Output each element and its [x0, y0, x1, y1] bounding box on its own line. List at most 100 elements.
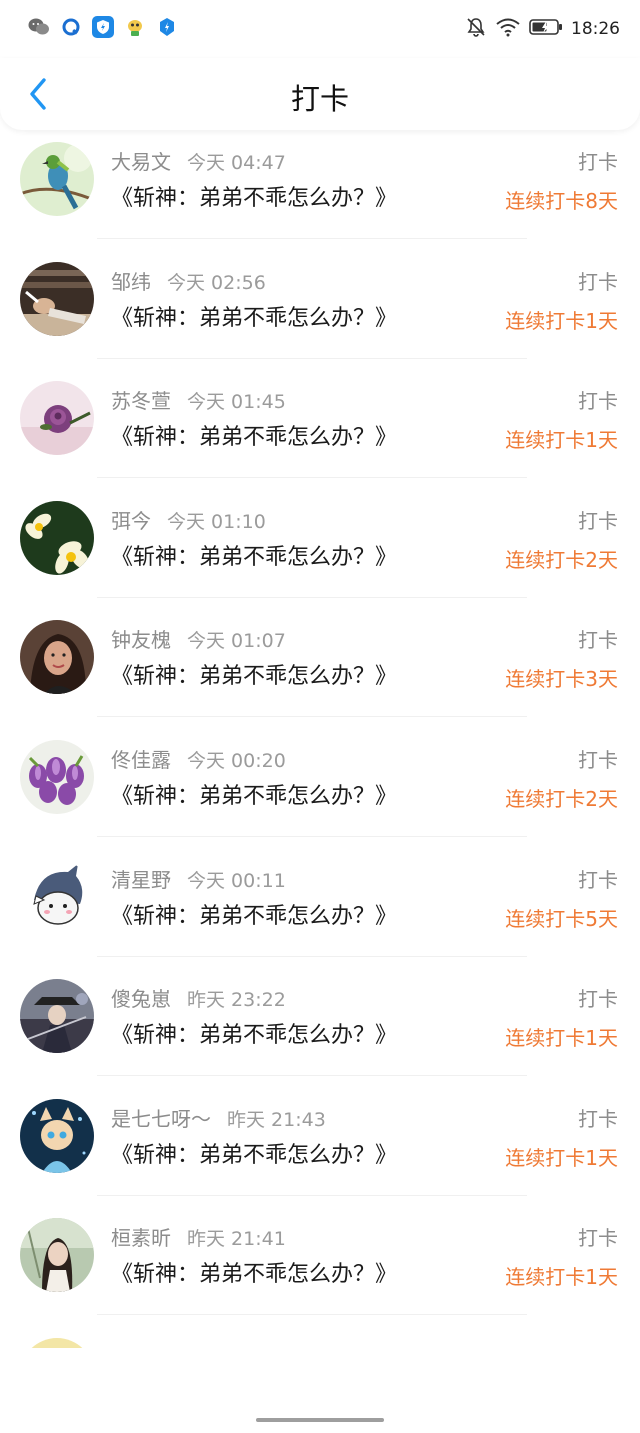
user-name[interactable]: 傻兔崽 — [111, 987, 171, 1011]
rose-avatar[interactable] — [20, 381, 94, 456]
user-name[interactable]: 清星野 — [111, 868, 171, 892]
list-item[interactable]: 清星野 今天 00:11 《斩神：弟弟不乖怎么办？》 打卡 连续打卡5天 — [0, 848, 640, 968]
book-title[interactable]: 《斩神：弟弟不乖怎么办？》 — [111, 180, 397, 212]
action-label: 打卡 — [578, 389, 618, 414]
gesture-bar[interactable] — [256, 1418, 384, 1422]
action-label: 打卡 — [578, 269, 618, 294]
divider — [97, 835, 527, 837]
user-name[interactable]: 大易文 — [111, 150, 171, 174]
list-item[interactable]: 大易文 今天 04:47 《斩神：弟弟不乖怎么办？》 打卡 连续打卡8天 — [0, 130, 640, 250]
status-bar: 18:26 — [0, 0, 640, 58]
woman-selfie-avatar[interactable] — [20, 620, 94, 695]
action-label: 打卡 — [578, 628, 618, 653]
book-title[interactable]: 《斩神：弟弟不乖怎么办？》 — [111, 658, 397, 690]
record-meta: 邹纬 今天 02:56 — [111, 266, 266, 295]
book-title[interactable]: 《斩神：弟弟不乖怎么办？》 — [111, 1256, 397, 1288]
action-label: 打卡 — [578, 1226, 618, 1251]
record-time: 今天 00:20 — [187, 749, 286, 772]
battery-icon — [529, 18, 563, 40]
girl-photo-avatar[interactable] — [20, 1218, 94, 1293]
bird-avatar[interactable] — [20, 142, 94, 216]
qq-browser-icon — [60, 16, 82, 38]
divider — [97, 238, 527, 239]
action-label: 打卡 — [578, 987, 618, 1012]
record-meta: 傻兔崽 昨天 23:22 — [111, 983, 286, 1012]
user-name[interactable]: 佟佳露 — [111, 748, 171, 772]
streak-label: 连续打卡1天 — [505, 1265, 618, 1290]
wifi-icon — [495, 17, 521, 41]
streak-label: 连续打卡2天 — [505, 547, 618, 572]
list-item[interactable]: 佟佳露 今天 00:20 《斩神：弟弟不乖怎么办？》 打卡 连续打卡2天 — [0, 728, 640, 848]
action-label: 打卡 — [578, 867, 618, 892]
book-title[interactable]: 《斩神：弟弟不乖怎么办？》 — [111, 300, 397, 332]
action-label: 打卡 — [578, 150, 618, 174]
record-meta: 桓素昕 昨天 21:41 — [111, 1222, 286, 1251]
book-title[interactable]: 《斩神：弟弟不乖怎么办？》 — [111, 898, 397, 930]
anime-cat-girl-avatar[interactable] — [20, 1098, 94, 1173]
divider — [97, 716, 527, 718]
record-meta: 苏冬萱 今天 01:45 — [111, 385, 286, 414]
list-item[interactable]: 弭今 今天 01:10 《斩神：弟弟不乖怎么办？》 打卡 连续打卡2天 — [0, 489, 640, 609]
record-time: 昨天 23:22 — [187, 989, 286, 1012]
record-time: 今天 01:45 — [187, 391, 286, 414]
divider — [97, 1075, 527, 1077]
streak-label: 连续打卡2天 — [505, 786, 618, 811]
book-title[interactable]: 《斩神：弟弟不乖怎么办？》 — [111, 419, 397, 451]
list-item-partial[interactable] — [0, 1326, 640, 1348]
streak-label: 连续打卡1天 — [505, 1026, 618, 1051]
user-name[interactable]: 弭今 — [111, 509, 151, 533]
frangipani-avatar[interactable] — [20, 500, 94, 575]
clock: 18:26 — [571, 19, 620, 39]
divider — [97, 357, 527, 359]
tulips-avatar[interactable] — [20, 739, 94, 814]
record-meta: 是七七呀～ 昨天 21:43 — [111, 1103, 326, 1132]
divider — [97, 1314, 527, 1316]
sleeping-man-avatar[interactable] — [20, 261, 94, 336]
list-item[interactable]: 邹纬 今天 02:56 《斩神：弟弟不乖怎么办？》 打卡 连续打卡1天 — [0, 250, 640, 370]
user-name[interactable]: 桓素昕 — [111, 1226, 171, 1250]
book-title[interactable]: 《斩神：弟弟不乖怎么办？》 — [111, 1017, 397, 1049]
streak-label: 连续打卡5天 — [505, 906, 618, 931]
record-time: 今天 04:47 — [187, 152, 286, 174]
record-time: 今天 00:11 — [187, 869, 286, 892]
action-label: 打卡 — [578, 747, 618, 772]
shark-cartoon-avatar[interactable] — [20, 859, 94, 934]
list-item[interactable]: 傻兔崽 昨天 23:22 《斩神：弟弟不乖怎么办？》 打卡 连续打卡1天 — [0, 967, 640, 1087]
page-title: 打卡 — [290, 82, 349, 116]
shield-app-icon — [92, 16, 114, 38]
list-item[interactable]: 桓素昕 昨天 21:41 《斩神：弟弟不乖怎么办？》 打卡 连续打卡1天 — [0, 1206, 640, 1326]
book-title[interactable]: 《斩神：弟弟不乖怎么办？》 — [111, 778, 397, 810]
divider — [97, 477, 527, 479]
security-badge-icon — [156, 16, 178, 38]
list-item[interactable]: 是七七呀～ 昨天 21:43 《斩神：弟弟不乖怎么办？》 打卡 连续打卡1天 — [0, 1087, 640, 1207]
top-app-bar: 打卡 — [0, 58, 640, 130]
action-label: 打卡 — [578, 1106, 618, 1131]
record-time: 昨天 21:41 — [187, 1228, 286, 1251]
avatar[interactable] — [20, 1338, 94, 1348]
user-name[interactable]: 邹纬 — [111, 270, 151, 294]
record-time: 今天 02:56 — [167, 271, 266, 294]
book-title[interactable]: 《斩神：弟弟不乖怎么办？》 — [111, 539, 397, 571]
user-name[interactable]: 苏冬萱 — [111, 389, 171, 413]
streak-label: 连续打卡1天 — [505, 1145, 618, 1170]
anime-swordsman-avatar[interactable] — [20, 979, 94, 1054]
user-name[interactable]: 钟友槐 — [111, 628, 171, 652]
record-time: 今天 01:10 — [167, 510, 266, 533]
list-item[interactable]: 苏冬萱 今天 01:45 《斩神：弟弟不乖怎么办？》 打卡 连续打卡1天 — [0, 369, 640, 489]
record-time: 昨天 21:43 — [227, 1108, 326, 1131]
record-meta: 佟佳露 今天 00:20 — [111, 744, 286, 773]
streak-label: 连续打卡1天 — [505, 308, 618, 333]
record-time: 今天 01:07 — [187, 630, 286, 653]
record-meta: 清星野 今天 00:11 — [111, 864, 286, 893]
action-label: 打卡 — [578, 508, 618, 533]
streak-label: 连续打卡8天 — [505, 189, 618, 213]
divider — [97, 1194, 527, 1196]
mute-bell-icon — [465, 16, 487, 42]
user-name[interactable]: 是七七呀～ — [111, 1107, 211, 1131]
notification-icons — [28, 16, 178, 38]
book-title[interactable]: 《斩神：弟弟不乖怎么办？》 — [111, 1137, 397, 1169]
list-item[interactable]: 钟友槐 今天 01:07 《斩神：弟弟不乖怎么办？》 打卡 连续打卡3天 — [0, 608, 640, 728]
record-meta: 钟友槐 今天 01:07 — [111, 624, 286, 653]
checkin-list[interactable]: 大易文 今天 04:47 《斩神：弟弟不乖怎么办？》 打卡 连续打卡8天 邹纬 今天… — [0, 130, 640, 1350]
streak-label: 连续打卡3天 — [505, 667, 618, 692]
